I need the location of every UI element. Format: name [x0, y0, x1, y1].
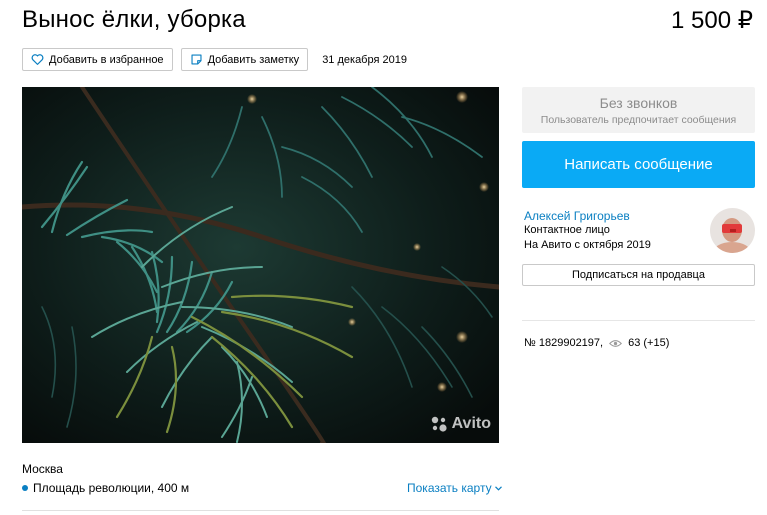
write-message-label: Написать сообщение — [564, 156, 713, 173]
listing-price: 1 500 ₽ — [671, 7, 753, 34]
add-to-favorites-button[interactable]: Добавить в избранное — [22, 48, 173, 71]
write-message-button[interactable]: Написать сообщение — [522, 141, 755, 188]
heart-icon — [31, 54, 44, 65]
metro-line-dot-icon — [22, 485, 28, 491]
seller-since: На Авито с октября 2019 — [524, 239, 651, 251]
eye-icon — [609, 339, 623, 347]
listing-meta: № 1829902197, 63 (+15) — [524, 337, 669, 349]
avito-logo-icon — [431, 416, 447, 432]
seller-name-link[interactable]: Алексей Григорьев — [524, 209, 630, 223]
chevron-down-icon — [494, 485, 502, 491]
add-note-label: Добавить заметку — [207, 53, 300, 66]
listing-photo[interactable]: Avito — [22, 87, 499, 443]
show-map-label: Показать карту — [407, 481, 492, 495]
subscribe-seller-button[interactable]: Подписаться на продавца — [522, 264, 755, 286]
seller-avatar[interactable] — [710, 208, 755, 253]
no-calls-subtitle: Пользователь предпочитает сообщения — [540, 114, 737, 126]
watermark: Avito — [430, 415, 491, 433]
seller-role: Контактное лицо — [524, 224, 610, 236]
watermark-text: Avito — [451, 415, 491, 432]
listing-number: № 1829902197, — [524, 337, 604, 349]
metro-station: Площадь революции, 400 м — [33, 481, 190, 495]
listing-date: 31 декабря 2019 — [322, 53, 407, 66]
show-map-link[interactable]: Показать карту — [407, 481, 502, 495]
add-note-button[interactable]: Добавить заметку — [180, 48, 309, 71]
view-count: 63 (+15) — [628, 337, 670, 349]
divider — [522, 320, 755, 321]
fir-branches-image — [22, 87, 499, 443]
avatar-image — [710, 208, 755, 253]
listing-actions: Добавить в избранное Добавить заметку 31… — [22, 48, 407, 71]
divider — [22, 510, 499, 511]
no-calls-title: Без звонков — [599, 95, 678, 111]
add-to-favorites-label: Добавить в избранное — [49, 53, 164, 66]
no-calls-notice: Без звонков Пользователь предпочитает со… — [522, 87, 755, 133]
listing-title: Вынос ёлки, уборка — [22, 6, 246, 33]
location-city: Москва — [22, 462, 63, 476]
note-icon — [191, 54, 202, 65]
subscribe-seller-label: Подписаться на продавца — [572, 269, 705, 281]
location-metro: Площадь революции, 400 м — [22, 481, 189, 495]
